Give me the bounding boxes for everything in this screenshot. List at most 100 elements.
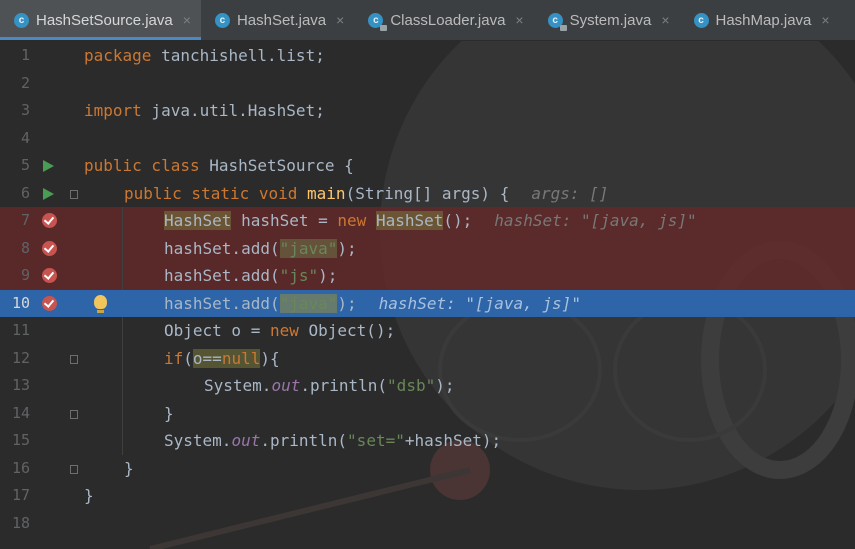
- line-number[interactable]: 2: [0, 70, 30, 98]
- code-text[interactable]: System.out.println("set="+hashSet);: [164, 427, 501, 455]
- code-line-5[interactable]: 5 public class HashSetSource {: [0, 152, 855, 180]
- code-fragment: }: [164, 403, 174, 423]
- code-line-7[interactable]: 7 HashSet hashSet = new HashSet(); hashSe…: [0, 207, 855, 235]
- code-text[interactable]: }: [164, 400, 174, 428]
- code-text[interactable]: System.out.println("dsb");: [204, 372, 454, 400]
- type-name: HashSet: [375, 211, 444, 230]
- code-fragment: );: [318, 266, 338, 285]
- method-name: main: [307, 183, 346, 203]
- code-line-13[interactable]: 13 System.out.println("dsb");: [0, 372, 855, 400]
- close-icon[interactable]: ×: [183, 12, 191, 28]
- run-gutter-icon[interactable]: [43, 160, 54, 172]
- code-text[interactable]: }: [84, 482, 94, 510]
- line-number[interactable]: 8: [0, 235, 30, 263]
- close-icon[interactable]: ×: [515, 12, 523, 28]
- tab-label: ClassLoader.java: [390, 11, 506, 29]
- code-line-4[interactable]: 4: [0, 125, 855, 153]
- code-text[interactable]: if(o==null){: [164, 345, 280, 373]
- code-line-11[interactable]: 11 Object o = new Object();: [0, 317, 855, 345]
- tab-system[interactable]: c System.java ×: [534, 0, 680, 40]
- editor-tab-bar: c HashSetSource.java × c HashSet.java × …: [0, 0, 855, 41]
- line-number[interactable]: 10: [0, 290, 30, 318]
- code-line-1[interactable]: 1 package tanchishell.list;: [0, 42, 855, 70]
- static-field: out: [231, 431, 261, 450]
- code-fragment: hashSet =: [231, 211, 338, 230]
- line-number[interactable]: 16: [0, 455, 30, 483]
- code-text[interactable]: import java.util.HashSet;: [84, 97, 325, 125]
- breakpoint-icon[interactable]: [42, 295, 57, 311]
- keyword: null: [221, 348, 261, 368]
- code-fragment: .println(: [260, 431, 348, 450]
- tab-hashset[interactable]: c HashSet.java ×: [201, 0, 354, 40]
- line-number[interactable]: 12: [0, 345, 30, 373]
- code-line-17[interactable]: 17 }: [0, 482, 855, 510]
- line-number[interactable]: 13: [0, 372, 30, 400]
- code-line-9[interactable]: 9 hashSet.add("js");: [0, 262, 855, 290]
- code-line-12[interactable]: 12 if(o==null){: [0, 344, 855, 373]
- code-text[interactable]: hashSet.add("java"); hashSet: "[java, js]…: [164, 290, 581, 318]
- code-fragment: System.: [204, 376, 272, 395]
- code-line-6[interactable]: 6 public static void main(String[] args)…: [0, 180, 855, 208]
- line-number[interactable]: 7: [0, 207, 30, 235]
- tab-hashmap[interactable]: c HashMap.java ×: [680, 0, 840, 40]
- code-fragment: System.: [164, 431, 232, 450]
- code-text[interactable]: Object o = new Object();: [164, 317, 395, 345]
- code-editor[interactable]: 1 package tanchishell.list; 2 3 import j…: [0, 42, 855, 549]
- code-line-8[interactable]: 8 hashSet.add("java");: [0, 234, 855, 263]
- keyword: new: [337, 211, 367, 230]
- close-icon[interactable]: ×: [821, 12, 829, 28]
- tab-label: HashMap.java: [715, 11, 812, 29]
- line-number[interactable]: 14: [0, 400, 30, 428]
- java-class-locked-icon: c: [368, 12, 388, 31]
- indent-guide: [122, 262, 123, 290]
- code-text[interactable]: public class HashSetSource {: [84, 152, 354, 180]
- code-fragment: hashSet.add(: [164, 266, 280, 285]
- fold-icon[interactable]: [70, 464, 78, 474]
- breakpoint-icon[interactable]: [42, 213, 57, 228]
- code-line-15[interactable]: 15 System.out.println("set="+hashSet);: [0, 427, 855, 455]
- breakpoint-icon[interactable]: [42, 240, 57, 256]
- line-number[interactable]: 1: [0, 42, 30, 70]
- tab-hashsetsource[interactable]: c HashSetSource.java ×: [0, 0, 201, 40]
- line-number[interactable]: 17: [0, 482, 30, 510]
- line-number[interactable]: 15: [0, 427, 30, 455]
- run-gutter-icon[interactable]: [43, 187, 54, 200]
- indent-guide: [122, 344, 123, 372]
- close-icon[interactable]: ×: [661, 12, 669, 28]
- line-number[interactable]: 5: [0, 152, 30, 180]
- fold-icon[interactable]: [70, 189, 78, 199]
- code-fragment: }: [84, 486, 94, 505]
- code-fragment: java.util.HashSet;: [141, 101, 325, 120]
- code-line-3[interactable]: 3 import java.util.HashSet;: [0, 97, 855, 125]
- line-number[interactable]: 6: [0, 180, 30, 208]
- line-number[interactable]: 4: [0, 125, 30, 153]
- code-line-18[interactable]: 18: [0, 510, 855, 538]
- line-number[interactable]: 11: [0, 317, 30, 345]
- line-number[interactable]: 9: [0, 262, 30, 290]
- code-text[interactable]: hashSet.add("js");: [164, 262, 337, 290]
- code-text[interactable]: HashSet hashSet = new HashSet(); hashSet:…: [164, 207, 697, 235]
- code-fragment: );: [337, 238, 357, 258]
- code-line-14[interactable]: 14 }: [0, 399, 855, 428]
- code-text[interactable]: package tanchishell.list;: [84, 42, 325, 70]
- code-text[interactable]: }: [124, 455, 134, 483]
- lightbulb-icon[interactable]: [94, 294, 107, 313]
- breakpoint-icon[interactable]: [42, 268, 57, 283]
- code-line-2[interactable]: 2: [0, 70, 855, 98]
- fold-icon[interactable]: [70, 354, 78, 364]
- inline-debug-value: hashSet: "[java, js]": [494, 211, 697, 230]
- tab-label: System.java: [569, 11, 652, 29]
- code-fragment: +hashSet);: [404, 431, 502, 450]
- keyword: public static void: [124, 183, 298, 203]
- indent-guide: [122, 427, 123, 455]
- code-line-10[interactable]: 10 hashSet.add("java"); hashSet: "[java, …: [0, 289, 855, 318]
- fold-icon[interactable]: [70, 409, 78, 419]
- line-number[interactable]: 3: [0, 97, 30, 125]
- close-icon[interactable]: ×: [336, 12, 344, 28]
- line-number[interactable]: 18: [0, 510, 30, 538]
- code-text[interactable]: public static void main(String[] args) {…: [124, 180, 608, 208]
- tab-classloader[interactable]: c ClassLoader.java ×: [354, 0, 533, 40]
- code-fragment: ){: [260, 348, 280, 368]
- code-text[interactable]: hashSet.add("java");: [164, 235, 357, 263]
- code-line-16[interactable]: 16 }: [0, 455, 855, 483]
